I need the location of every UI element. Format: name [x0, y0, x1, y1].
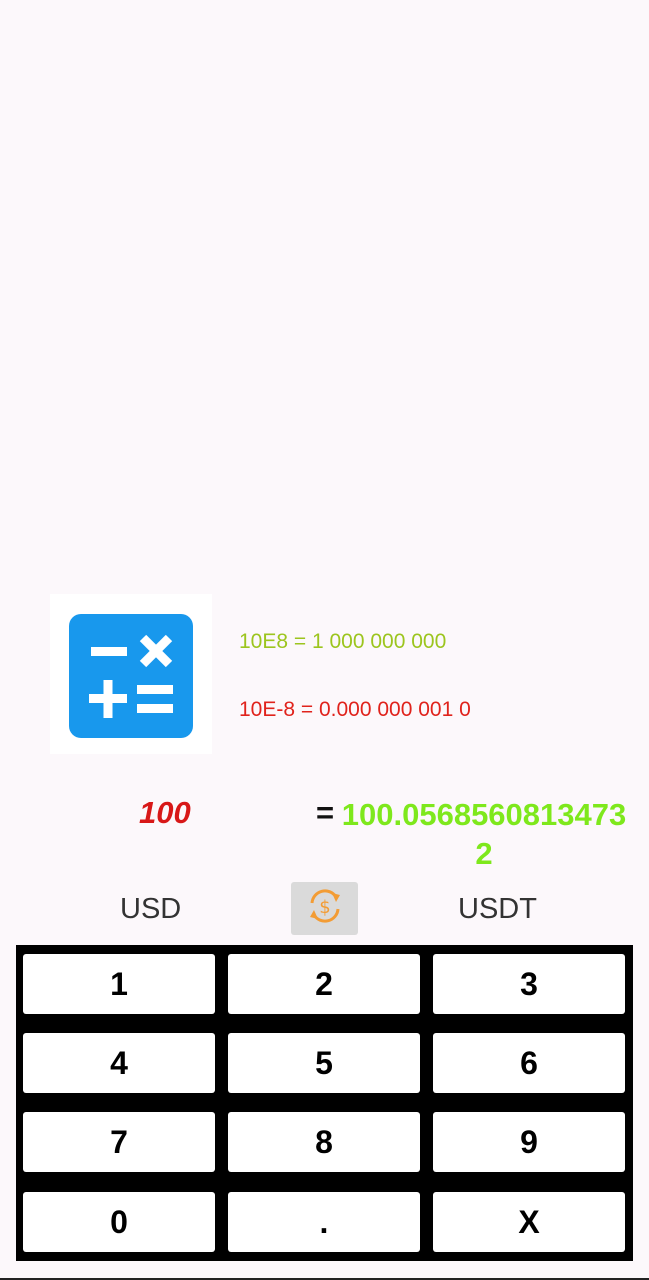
key-1[interactable]: 1 — [23, 954, 215, 1014]
key-0[interactable]: 0 — [23, 1192, 215, 1252]
key-5[interactable]: 5 — [228, 1033, 420, 1093]
app-logo — [50, 594, 212, 754]
numeric-keypad: 1 2 3 4 5 6 7 8 9 0 . X — [16, 945, 633, 1261]
key-2[interactable]: 2 — [228, 954, 420, 1014]
calculator-icon — [69, 614, 193, 738]
scientific-notation-hint-negative: 10E-8 = 0.000 000 001 0 — [239, 698, 471, 721]
conversion-result: 100.05685608134732 — [341, 797, 627, 871]
swap-currencies-button[interactable]: $ — [291, 882, 358, 935]
input-amount[interactable]: 100 — [139, 795, 191, 831]
key-9[interactable]: 9 — [433, 1112, 625, 1172]
equals-sign: = — [316, 795, 335, 830]
key-3[interactable]: 3 — [433, 954, 625, 1014]
from-currency[interactable]: USD — [120, 893, 181, 926]
key-clear[interactable]: X — [433, 1192, 625, 1252]
key-6[interactable]: 6 — [433, 1033, 625, 1093]
currency-swap-icon: $ — [305, 886, 345, 931]
key-decimal[interactable]: . — [228, 1192, 420, 1252]
scientific-notation-hint-positive: 10E8 = 1 000 000 000 — [239, 630, 447, 653]
key-8[interactable]: 8 — [228, 1112, 420, 1172]
key-4[interactable]: 4 — [23, 1033, 215, 1093]
key-7[interactable]: 7 — [23, 1112, 215, 1172]
svg-text:$: $ — [319, 897, 330, 918]
to-currency[interactable]: USDT — [458, 893, 537, 926]
